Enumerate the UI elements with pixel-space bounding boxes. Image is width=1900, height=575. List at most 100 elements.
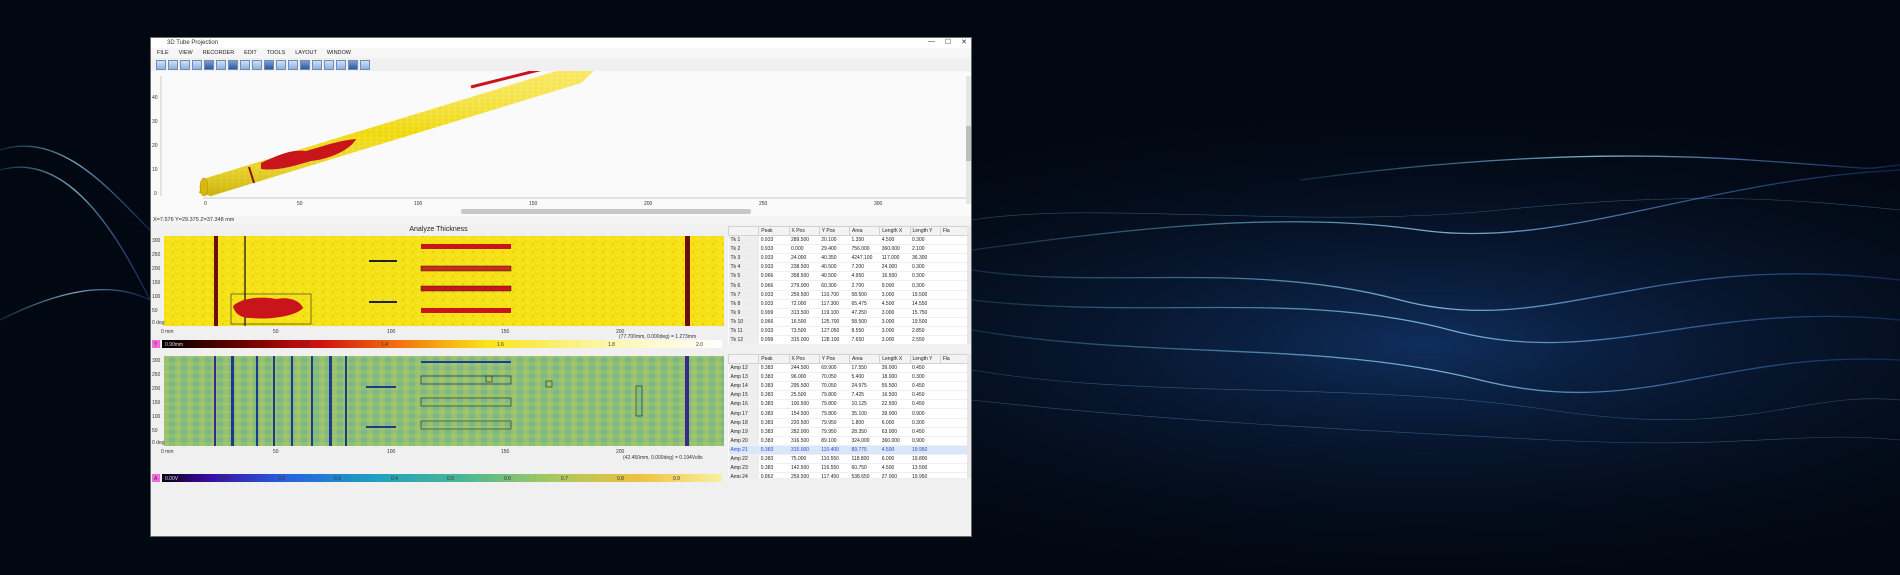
- amplitude-table-row[interactable]: Amp 19 0.383 282.000 79.950 28.350 63.000 0.45…: [728, 427, 971, 437]
- thickness-cell: 0.300: [910, 262, 941, 273]
- thickness-column-header[interactable]: Y Pos: [818, 226, 851, 236]
- scale-label: 0.5: [447, 476, 454, 482]
- y-tick: 100: [152, 294, 161, 300]
- close-button[interactable]: ✕: [961, 38, 967, 46]
- amplitude-column-header[interactable]: Fla: [939, 354, 971, 364]
- y-tick: 50: [152, 428, 158, 434]
- thickness-table-row[interactable]: Tk 12 0.999 315.000 128.100 7.650 3.000 2.550: [728, 335, 971, 344]
- thickness-map[interactable]: [164, 236, 724, 326]
- palette-icon[interactable]: [348, 59, 358, 70]
- amplitude-column-header[interactable]: Length Y: [909, 354, 941, 364]
- select-icon[interactable]: [216, 59, 226, 70]
- thickness-table-scrollbar[interactable]: [967, 226, 971, 344]
- zoom-out-icon[interactable]: [168, 59, 178, 70]
- menu-view[interactable]: VIEW: [179, 50, 193, 56]
- amplitude-table-row[interactable]: Amp 15 0.383 25.500 79.800 7.425 16.500 0.450: [728, 390, 971, 401]
- menu-file[interactable]: FILE: [157, 50, 169, 56]
- amplitude-column-header[interactable]: Peak: [758, 354, 790, 364]
- 3d-tube-view[interactable]: 0 10 20 30 40 0 50 100 150 200 250 300: [151, 65, 972, 216]
- amplitude-table-row[interactable]: Amp 12 0.383 244.500 69.900 17.550 39.000 0.45…: [728, 363, 971, 374]
- zoom-in-icon[interactable]: [156, 59, 166, 70]
- thickness-cell: 0.933: [758, 290, 789, 300]
- amplitude-cell: 316.500: [789, 436, 820, 446]
- fit-icon[interactable]: [180, 59, 190, 70]
- rotate-icon[interactable]: [276, 59, 286, 70]
- amplitude-table-row[interactable]: Amp 13 0.383 96.000 70.050 5.400 18.000 0.300: [728, 372, 971, 383]
- amplitude-color-scale[interactable]: A 0.00V 0.1 0.2 0.3 0.4 0.5 0.6 0.7 0.8 …: [152, 474, 722, 482]
- thickness-cell: 60.300: [819, 280, 850, 291]
- thickness-table-row[interactable]: Tk 8 0.933 72.000 117.300 65.475 4.500 14.550: [728, 299, 971, 309]
- menu-recorder[interactable]: RECORDER: [203, 50, 234, 56]
- amplitude-cell: 89.775: [849, 445, 880, 455]
- split-icon[interactable]: [336, 59, 346, 70]
- thickness-table-row[interactable]: Tk 2 0.933 0.000 29.400 756.000 360.000 2.100: [728, 244, 971, 255]
- thickness-table-row[interactable]: Tk 9 0.999 313.500 119.100 47.250 3.000 15.750: [728, 308, 971, 318]
- horizontal-scrollbar[interactable]: [461, 209, 751, 214]
- amplitude-column-header[interactable]: Length X: [879, 354, 911, 364]
- amplitude-table-row[interactable]: Amp 20 0.383 316.500 89.100 324.000 360.000 0.…: [728, 436, 971, 446]
- amplitude-cell: 110.550: [819, 454, 850, 465]
- horizontal-cursor-icon[interactable]: [312, 59, 322, 70]
- amplitude-table-row[interactable]: Amp 14 0.383 295.500 70.050 24.975 55.500 0.45…: [728, 381, 971, 392]
- vertical-cursor-icon[interactable]: [324, 59, 334, 70]
- menu-window[interactable]: WINDOW: [327, 50, 351, 56]
- measure-icon[interactable]: [300, 59, 310, 70]
- thickness-table-row[interactable]: Tk 7 0.933 259.500 110.700 58.500 3.000 19.500: [728, 290, 971, 300]
- amplitude-table-row[interactable]: Amp 17 0.383 154.500 79.800 35.100 39.000 0.90…: [728, 408, 971, 419]
- menu-layout[interactable]: LAYOUT: [295, 50, 317, 56]
- thickness-column-header[interactable]: [728, 226, 760, 236]
- thickness-table-row[interactable]: Tk 4 0.933 238.500 40.500 7.200 24.000 0.300: [728, 262, 971, 273]
- pan-icon[interactable]: [192, 59, 202, 70]
- amplitude-table-row[interactable]: Amp 16 0.383 100.500 79.800 10.125 22.500 0.45…: [728, 399, 971, 410]
- amplitude-cell: 117.450: [819, 472, 850, 478]
- amplitude-cell: 154.500: [789, 408, 820, 419]
- maximize-button[interactable]: ☐: [945, 38, 951, 46]
- menu-edit[interactable]: EDIT: [244, 50, 257, 56]
- amplitude-table-row[interactable]: Amp 18 0.383 220.500 79.950 1.800 6.000 0.300: [728, 418, 971, 428]
- amplitude-column-header[interactable]: X Pos: [788, 354, 820, 364]
- amplitude-table-scrollbar[interactable]: [967, 354, 971, 478]
- y-tick: 250: [152, 252, 161, 258]
- thickness-cell: 4.950: [849, 271, 880, 282]
- thickness-table-row[interactable]: Tk 5 0.966 358.500 40.500 4.950 16.500 0.300: [728, 271, 971, 282]
- minimize-button[interactable]: —: [928, 38, 935, 46]
- thickness-column-header[interactable]: Length X: [879, 226, 911, 236]
- amplitude-table-row[interactable]: Amp 23 0.383 142.500 116.550 60.750 4.500 13.5…: [728, 463, 971, 474]
- amplitude-table-row[interactable]: Amp 22 0.383 75.000 110.550 118.800 6.000 19.8…: [728, 454, 971, 465]
- print-icon[interactable]: [228, 59, 238, 70]
- amplitude-cell: Amp 15: [728, 390, 759, 401]
- thickness-column-header[interactable]: Area: [848, 226, 881, 236]
- menu-tools[interactable]: TOOLS: [267, 50, 286, 56]
- scale-min: 0.90mm: [165, 342, 183, 348]
- amplitude-column-header[interactable]: [728, 354, 760, 364]
- amplitude-cell: 10.125: [849, 399, 880, 410]
- thickness-table[interactable]: Peak X Pos Y Pos Area Length X Length Y Fla Tk…: [728, 226, 971, 344]
- export-icon[interactable]: [252, 59, 262, 70]
- view-icon[interactable]: [204, 59, 214, 70]
- amplitude-column-header[interactable]: Y Pos: [818, 354, 851, 364]
- grid-icon[interactable]: [264, 59, 274, 70]
- amplitude-table-container[interactable]: Peak X Pos Y Pos Area Length X Length Y Fla Am…: [728, 354, 971, 478]
- amplitude-table-row[interactable]: Amp 24 0.862 259.500 117.450 538.650 27.000 19…: [728, 472, 971, 478]
- amplitude-map[interactable]: [164, 356, 724, 446]
- thickness-column-header[interactable]: Length Y: [909, 226, 941, 236]
- amplitude-column-header[interactable]: Area: [848, 354, 881, 364]
- thickness-cell: 16.500: [879, 271, 910, 282]
- amplitude-cell: 244.500: [789, 363, 820, 374]
- thickness-color-scale[interactable]: T 0.90mm 1.2 1.4 1.6 1.8 2.0: [152, 340, 722, 348]
- thickness-table-row[interactable]: Tk 6 0.966 279.000 60.300 2.700 9.000 0.300: [728, 280, 971, 291]
- thickness-column-header[interactable]: X Pos: [788, 226, 820, 236]
- thickness-table-row[interactable]: Tk 11 0.933 73.500 127.050 8.550 3.000 2.850: [728, 326, 971, 337]
- thickness-table-row[interactable]: Tk 1 0.933 289.500 20.100 1.350 4.500 0.300: [728, 235, 971, 246]
- thickness-table-row[interactable]: Tk 3 0.933 24.000 40.350 4247.100 117.000 36.3…: [728, 253, 971, 264]
- thickness-column-header[interactable]: Fla: [939, 226, 971, 236]
- vertical-scroll-thumb[interactable]: [966, 126, 972, 161]
- settings-icon[interactable]: [360, 59, 370, 70]
- save-icon[interactable]: [240, 59, 250, 70]
- amplitude-table-row[interactable]: Amp 21 0.383 315.000 110.400 89.775 4.500 19.9…: [728, 445, 971, 455]
- amplitude-table[interactable]: Peak X Pos Y Pos Area Length X Length Y Fla Am…: [728, 354, 971, 478]
- thickness-column-header[interactable]: Peak: [758, 226, 790, 236]
- cursor-icon[interactable]: [288, 59, 298, 70]
- thickness-table-row[interactable]: Tk 10 0.966 16.500 125.700 58.500 3.000 19.500: [728, 317, 971, 327]
- thickness-table-container[interactable]: Peak X Pos Y Pos Area Length X Length Y Fla Tk…: [728, 226, 971, 344]
